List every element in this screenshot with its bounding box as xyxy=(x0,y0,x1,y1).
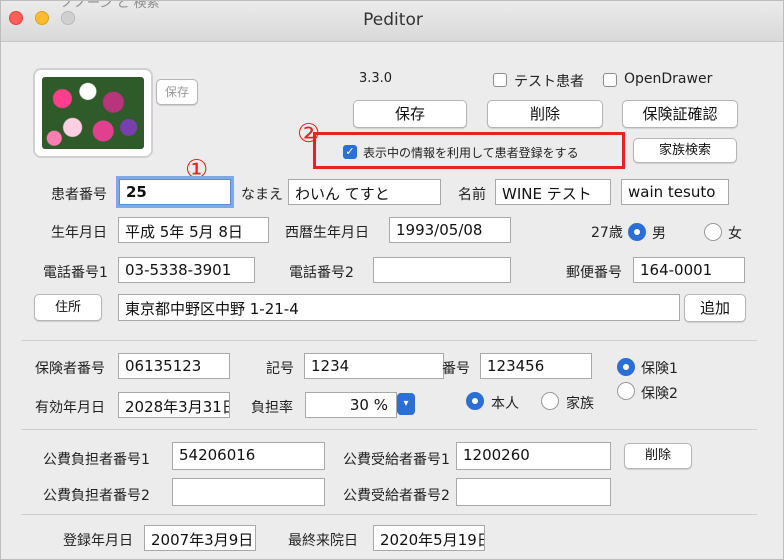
add-address-button[interactable]: 追加 xyxy=(684,294,746,322)
expiry-field[interactable]: 2028年3月31日 xyxy=(118,392,230,418)
public-recipient2-field[interactable] xyxy=(456,478,611,506)
symbol-field[interactable]: 1234 xyxy=(304,353,444,379)
kana-label: なまえ xyxy=(241,187,283,203)
burden-label: 負担率 xyxy=(251,400,293,416)
zip-label: 郵便番号 xyxy=(566,265,622,281)
name-field[interactable]: WINE テスト xyxy=(495,179,611,205)
sex-female-label: 女 xyxy=(728,226,742,242)
public-delete-button[interactable]: 削除 xyxy=(624,443,692,469)
phone1-label: 電話番号1 xyxy=(43,265,108,281)
sex-male-radio[interactable] xyxy=(628,223,646,241)
section-divider-2 xyxy=(21,429,757,430)
title-bar: ノノーン と 検索 Peditor xyxy=(1,1,783,42)
registered-label: 登録年月日 xyxy=(63,533,133,549)
birth-field[interactable]: 平成 5年 5月 8日 xyxy=(118,217,269,243)
phone2-label: 電話番号2 xyxy=(289,265,354,281)
address-button[interactable]: 住所 xyxy=(34,294,102,321)
registered-field[interactable]: 2007年3月9日 xyxy=(144,525,256,551)
public-recipient2-label: 公費受給者番号2 xyxy=(343,488,450,504)
relation-family-label: 家族 xyxy=(566,396,594,412)
insurance1-label: 保険1 xyxy=(641,361,678,377)
patient-id-label: 患者番号 xyxy=(51,187,107,203)
section-divider-1 xyxy=(21,340,757,341)
zip-field[interactable]: 164-0001 xyxy=(633,257,745,283)
insurer-label: 保険者番号 xyxy=(35,361,105,377)
public-payer1-field[interactable]: 54206016 xyxy=(172,442,325,470)
test-patient-label: テスト患者 xyxy=(514,74,584,90)
birth-label: 生年月日 xyxy=(51,225,107,241)
photo-save-button[interactable]: 保存 xyxy=(156,79,198,105)
number-label: 番号 xyxy=(442,361,470,377)
relation-self-radio[interactable] xyxy=(466,392,484,410)
last-visit-field[interactable]: 2020年5月19日 xyxy=(373,525,485,551)
opendrawer-label: OpenDrawer xyxy=(624,71,713,87)
relation-self-label: 本人 xyxy=(491,396,519,412)
patient-id-field[interactable]: 25 xyxy=(119,179,231,205)
insurer-field[interactable]: 06135123 xyxy=(118,353,230,379)
save-button[interactable]: 保存 xyxy=(353,100,467,128)
public-payer2-field[interactable] xyxy=(172,478,325,506)
burden-stepper-icon[interactable]: ▾ xyxy=(397,393,415,415)
public-payer2-label: 公費負担者番号2 xyxy=(43,488,150,504)
insurance2-label: 保険2 xyxy=(641,386,678,402)
insurance1-radio[interactable] xyxy=(617,358,635,376)
symbol-label: 記号 xyxy=(266,361,294,377)
flower-image xyxy=(42,77,144,149)
public-recipient1-field[interactable]: 1200260 xyxy=(456,442,611,470)
public-recipient1-label: 公費受給者番号1 xyxy=(343,452,450,468)
last-visit-label: 最終来院日 xyxy=(288,533,358,549)
number-field[interactable]: 123456 xyxy=(480,353,592,379)
patient-photo[interactable] xyxy=(33,68,153,158)
relation-family-radio[interactable] xyxy=(541,392,559,410)
family-search-button[interactable]: 家族検索 xyxy=(633,138,737,163)
sex-male-label: 男 xyxy=(652,226,666,242)
public-payer1-label: 公費負担者番号1 xyxy=(43,452,150,468)
opendrawer-checkbox[interactable] xyxy=(603,73,617,87)
test-patient-checkbox[interactable] xyxy=(493,73,507,87)
section-divider-3 xyxy=(21,514,757,515)
register-from-display-label: 表示中の情報を利用して患者登録をする xyxy=(363,146,579,160)
sex-female-radio[interactable] xyxy=(704,223,722,241)
birth-ad-label: 西暦生年月日 xyxy=(285,225,369,241)
delete-button[interactable]: 削除 xyxy=(487,100,603,128)
address-field[interactable]: 東京都中野区中野 1-21-4 xyxy=(118,294,680,321)
name-label: 名前 xyxy=(458,187,486,203)
kana-field[interactable]: わいん てすと xyxy=(288,179,441,205)
roman-name-field[interactable]: wain tesuto xyxy=(621,179,729,205)
register-from-display-checkbox[interactable]: ✓ xyxy=(343,145,357,159)
expiry-label: 有効年月日 xyxy=(35,400,105,416)
age-label: 27歳 xyxy=(591,225,623,241)
app-window: ノノーン と 検索 Peditor 保存 3.3.0 テスト患者 OpenDra… xyxy=(0,0,784,560)
window-title: Peditor xyxy=(363,10,423,30)
insurance-check-button[interactable]: 保険証確認 xyxy=(622,100,738,128)
phone2-field[interactable] xyxy=(373,257,511,283)
phone1-field[interactable]: 03-5338-3901 xyxy=(118,257,255,283)
birth-ad-field[interactable]: 1993/05/08 xyxy=(389,217,511,243)
insurance2-radio[interactable] xyxy=(617,382,635,400)
burden-select[interactable]: 30 % xyxy=(305,392,397,418)
version-label: 3.3.0 xyxy=(359,71,393,86)
